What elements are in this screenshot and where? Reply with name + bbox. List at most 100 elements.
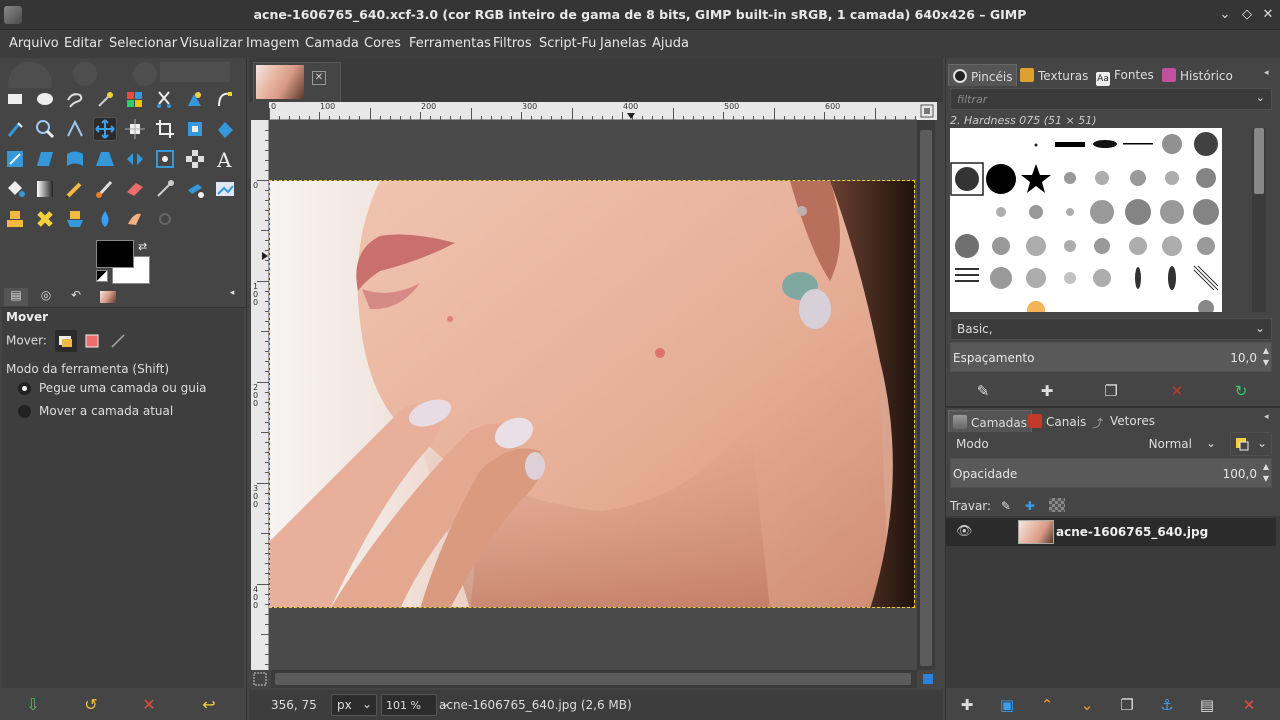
- select-by-color-tool-icon[interactable]: [124, 88, 146, 110]
- tab-menu-icon[interactable]: ◂: [226, 288, 238, 306]
- restore-tool-preset-icon[interactable]: ↺: [80, 694, 102, 716]
- zoom-image-when-window-size-changes-icon[interactable]: [919, 670, 937, 688]
- move-active-layer-radio[interactable]: [18, 405, 31, 418]
- flip-tool-icon[interactable]: [124, 148, 146, 170]
- menu-arquivo[interactable]: Arquivo: [9, 36, 59, 51]
- warp-transform-tool-icon[interactable]: [64, 148, 86, 170]
- paintbrush-tool-icon[interactable]: [94, 178, 116, 200]
- eye-icon[interactable]: 👁: [956, 524, 973, 539]
- spin-arrows-icon[interactable]: ▲ ▼: [1263, 345, 1269, 369]
- menu-ajuda[interactable]: Ajuda: [652, 36, 689, 51]
- tool-options-tab-icon[interactable]: ▤: [4, 288, 28, 306]
- menu-filtros[interactable]: Filtros: [493, 36, 532, 51]
- new-layer-icon[interactable]: ✚: [956, 694, 978, 716]
- brush-grid-scroll-thumb[interactable]: [1254, 128, 1264, 194]
- tab-patterns[interactable]: Texturas: [1016, 64, 1092, 86]
- move-layer-mode-icon[interactable]: [54, 330, 77, 352]
- tab-history[interactable]: Histórico: [1158, 64, 1237, 86]
- vertical-ruler[interactable]: 0 1 0 0 2 0 0 3 0 0 4 0 0: [251, 120, 269, 670]
- spacing-spinner[interactable]: Espaçamento 10,0 ▲ ▼: [950, 342, 1272, 372]
- refresh-brushes-icon[interactable]: ↻: [1230, 380, 1252, 402]
- tab-layers[interactable]: Camadas: [948, 410, 1032, 432]
- quick-mask-toggle-icon[interactable]: [251, 670, 269, 688]
- bucket-fill-tool-icon[interactable]: [4, 178, 26, 200]
- close-icon[interactable]: ✕: [1260, 7, 1276, 23]
- brush-filter-input[interactable]: filtrar ⌄: [950, 88, 1272, 110]
- airbrush-tool-icon[interactable]: [154, 178, 176, 200]
- horizontal-scrollbar[interactable]: [271, 670, 917, 688]
- tab-paths[interactable]: ⤴ Vetores: [1088, 410, 1159, 432]
- heal-tool-icon[interactable]: [34, 208, 56, 230]
- vertical-scroll-thumb[interactable]: [920, 130, 932, 666]
- menu-cores[interactable]: Cores: [364, 36, 401, 51]
- vertical-scrollbar[interactable]: [917, 120, 935, 670]
- delete-brush-icon[interactable]: ✕: [1166, 380, 1188, 402]
- tab-fonts[interactable]: Aa Fontes: [1092, 64, 1158, 86]
- image-tab[interactable]: ✕: [253, 62, 341, 102]
- image-canvas[interactable]: [269, 180, 915, 608]
- navigate-icon[interactable]: [917, 102, 937, 120]
- move-active-layer-option[interactable]: Mover a camada atual: [18, 404, 173, 418]
- perspective-clone-tool-icon[interactable]: [64, 208, 86, 230]
- foreground-color-swatch[interactable]: [96, 240, 134, 268]
- delete-layer-icon[interactable]: ✕: [1238, 694, 1260, 716]
- move-selection-mode-icon[interactable]: [81, 330, 103, 352]
- mypaint-brush-tool-icon[interactable]: [214, 178, 236, 200]
- new-brush-icon[interactable]: ✚: [1036, 380, 1058, 402]
- swap-colors-icon[interactable]: ⇄: [138, 240, 147, 253]
- pick-layer-radio[interactable]: [18, 382, 31, 395]
- menu-script-fu[interactable]: Script-Fu: [539, 36, 596, 51]
- duplicate-layer-icon[interactable]: ❐: [1116, 694, 1138, 716]
- measure-tool-icon[interactable]: [64, 118, 86, 140]
- minimize-icon[interactable]: ⌄: [1217, 7, 1233, 23]
- handle-transform-tool-icon[interactable]: [184, 148, 206, 170]
- opacity-spinner[interactable]: Opacidade 100,0 ▲ ▼: [950, 458, 1272, 488]
- layer-composite-mode-select[interactable]: ⌄: [1230, 432, 1272, 456]
- new-layer-group-icon[interactable]: ▣: [996, 694, 1018, 716]
- close-image-tab-icon[interactable]: ✕: [312, 71, 326, 85]
- perspective-tool-icon[interactable]: [94, 148, 116, 170]
- unified-transform-tool-icon[interactable]: [184, 118, 206, 140]
- brush-grid[interactable]: [950, 128, 1222, 312]
- delete-tool-preset-icon[interactable]: ✕: [138, 694, 160, 716]
- menu-imagem[interactable]: Imagem: [246, 36, 299, 51]
- reset-colors-icon[interactable]: [96, 270, 108, 282]
- gradient-tool-icon[interactable]: [34, 178, 56, 200]
- move-path-mode-icon[interactable]: [107, 330, 129, 352]
- save-tool-preset-icon[interactable]: ⇩: [22, 694, 44, 716]
- dock-menu-icon[interactable]: ◂: [1264, 68, 1269, 78]
- pick-layer-option[interactable]: Pegue uma camada ou guia: [18, 381, 207, 395]
- move-tool-icon[interactable]: [93, 117, 117, 141]
- ellipse-select-tool-icon[interactable]: [34, 88, 56, 110]
- anchor-layer-icon[interactable]: ⚓: [1156, 694, 1178, 716]
- scissors-select-tool-icon[interactable]: [154, 88, 176, 110]
- brush-grid-scrollbar[interactable]: [1252, 128, 1266, 312]
- scale-tool-icon[interactable]: [4, 148, 26, 170]
- text-tool-icon[interactable]: A: [214, 148, 236, 172]
- fuzzy-select-tool-icon[interactable]: [94, 88, 116, 110]
- horizontal-ruler[interactable]: 0 100 200 300 400 500 600: [269, 102, 917, 120]
- cage-transform-tool-icon[interactable]: [154, 148, 176, 170]
- menu-editar[interactable]: Editar: [64, 36, 103, 51]
- mask-layer-icon[interactable]: ▤: [1196, 694, 1218, 716]
- lower-layer-icon[interactable]: ⌄: [1076, 694, 1098, 716]
- menu-visualizar[interactable]: Visualizar: [180, 36, 243, 51]
- pencil-tool-icon[interactable]: [64, 178, 86, 200]
- reset-tool-options-icon[interactable]: ↩: [198, 694, 220, 716]
- rect-select-tool-icon[interactable]: [4, 88, 26, 110]
- images-tab-icon[interactable]: [96, 288, 120, 306]
- dodge-burn-tool-icon[interactable]: [154, 208, 176, 230]
- foreground-select-tool-icon[interactable]: [184, 88, 206, 110]
- ink-tool-icon[interactable]: [184, 178, 206, 200]
- layer-mode-select[interactable]: Modo Normal ⌄: [950, 432, 1222, 456]
- zoom-selector[interactable]: 101 % ⌄: [381, 694, 450, 716]
- raise-layer-icon[interactable]: ⌃: [1036, 694, 1058, 716]
- free-select-tool-icon[interactable]: [64, 88, 86, 110]
- duplicate-brush-icon[interactable]: ❐: [1100, 380, 1122, 402]
- shear-tool-icon[interactable]: [34, 148, 56, 170]
- lock-alpha-icon[interactable]: [1048, 498, 1065, 512]
- crop-tool-icon[interactable]: [154, 118, 176, 140]
- zoom-tool-icon[interactable]: [34, 118, 56, 140]
- lock-pixels-icon[interactable]: ✎: [1001, 499, 1011, 513]
- color-picker-tool-icon[interactable]: [4, 118, 26, 140]
